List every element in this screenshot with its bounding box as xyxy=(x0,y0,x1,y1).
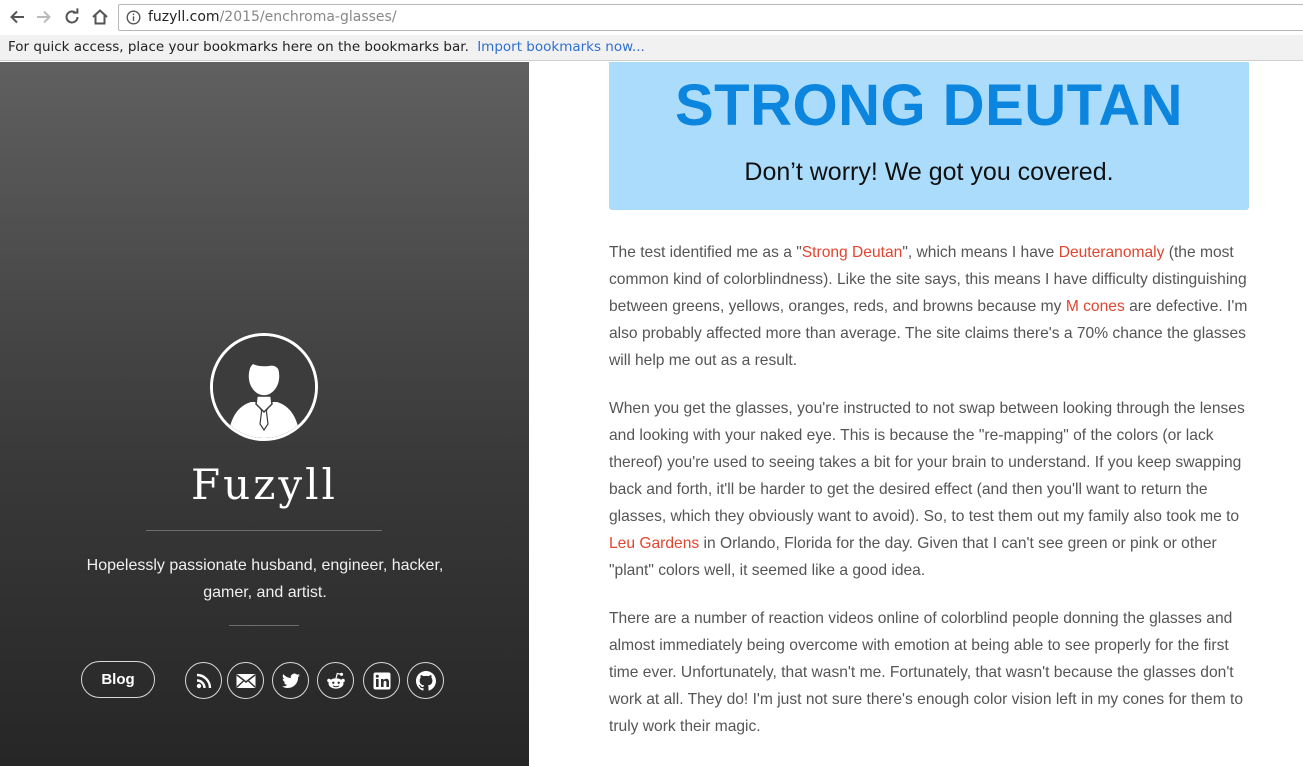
home-icon xyxy=(91,8,109,26)
banner-title: STRONG DEUTAN xyxy=(674,73,1184,138)
paragraph-text: The test identified me as a " xyxy=(609,244,802,261)
twitter-icon xyxy=(281,673,300,689)
home-button[interactable] xyxy=(89,6,111,28)
banner-subtitle: Don’t worry! We got you covered. xyxy=(744,158,1114,186)
url-text[interactable]: fuzyll.com/2015/enchroma-glasses/ xyxy=(148,9,397,25)
blog-button[interactable]: Blog xyxy=(81,661,155,698)
user-avatar-icon xyxy=(213,336,315,438)
divider xyxy=(229,625,299,626)
sidebar: Fuzyll Hopelessly passionate husband, en… xyxy=(0,62,529,766)
email-icon xyxy=(236,673,256,689)
bookmarks-bar: For quick access, place your bookmarks h… xyxy=(0,35,1303,61)
article-body: The test identified me as a "Strong Deut… xyxy=(609,239,1254,761)
strong-deutan-link[interactable]: Strong Deutan xyxy=(802,244,903,261)
reddit-icon xyxy=(326,672,346,690)
m-cones-link[interactable]: M cones xyxy=(1066,298,1125,315)
paragraph-2: When you get the glasses, you're instruc… xyxy=(609,395,1254,584)
url-host: fuzyll.com xyxy=(148,9,220,25)
email-link[interactable] xyxy=(227,662,264,699)
paragraph-3: There are a number of reaction videos on… xyxy=(609,610,1244,735)
linkedin-icon xyxy=(373,672,391,690)
arrow-left-icon xyxy=(8,8,26,26)
browser-toolbar: fuzyll.com/2015/enchroma-glasses/ xyxy=(0,0,1303,35)
reload-button[interactable] xyxy=(61,6,83,28)
github-icon xyxy=(415,670,436,691)
paragraph-text: ", which means I have xyxy=(902,244,1059,261)
site-name[interactable]: Fuzyll xyxy=(0,460,529,509)
paragraph-text: in Orlando, Florida for the day. Given t… xyxy=(609,535,1217,579)
paragraph-1: The test identified me as a "Strong Deut… xyxy=(609,239,1254,374)
bookmarks-bar-message-row: For quick access, place your bookmarks h… xyxy=(8,39,645,55)
forward-button[interactable] xyxy=(33,6,55,28)
leu-gardens-link[interactable]: Leu Gardens xyxy=(609,535,699,552)
info-icon[interactable] xyxy=(126,10,141,25)
reddit-link[interactable] xyxy=(317,662,354,699)
avatar[interactable] xyxy=(210,333,318,441)
back-button[interactable] xyxy=(6,6,28,28)
import-bookmarks-link[interactable]: Import bookmarks now... xyxy=(477,39,645,55)
linkedin-link[interactable] xyxy=(363,662,400,699)
twitter-link[interactable] xyxy=(272,662,309,699)
site-tagline: Hopelessly passionate husband, engineer,… xyxy=(86,557,444,601)
result-banner: STRONG DEUTAN Don’t worry! We got you co… xyxy=(609,62,1249,210)
reload-icon xyxy=(63,8,81,26)
url-path: /2015/enchroma-glasses/ xyxy=(219,9,397,25)
divider xyxy=(146,530,382,531)
address-bar[interactable]: fuzyll.com/2015/enchroma-glasses/ xyxy=(118,4,1303,31)
deuteranomaly-link[interactable]: Deuteranomaly xyxy=(1059,244,1165,261)
rss-link[interactable] xyxy=(185,662,222,699)
bookmarks-bar-message: For quick access, place your bookmarks h… xyxy=(8,39,469,55)
paragraph-text: When you get the glasses, you're instruc… xyxy=(609,400,1245,525)
rss-icon xyxy=(195,672,213,690)
github-link[interactable] xyxy=(407,662,444,699)
arrow-right-icon xyxy=(35,8,53,26)
